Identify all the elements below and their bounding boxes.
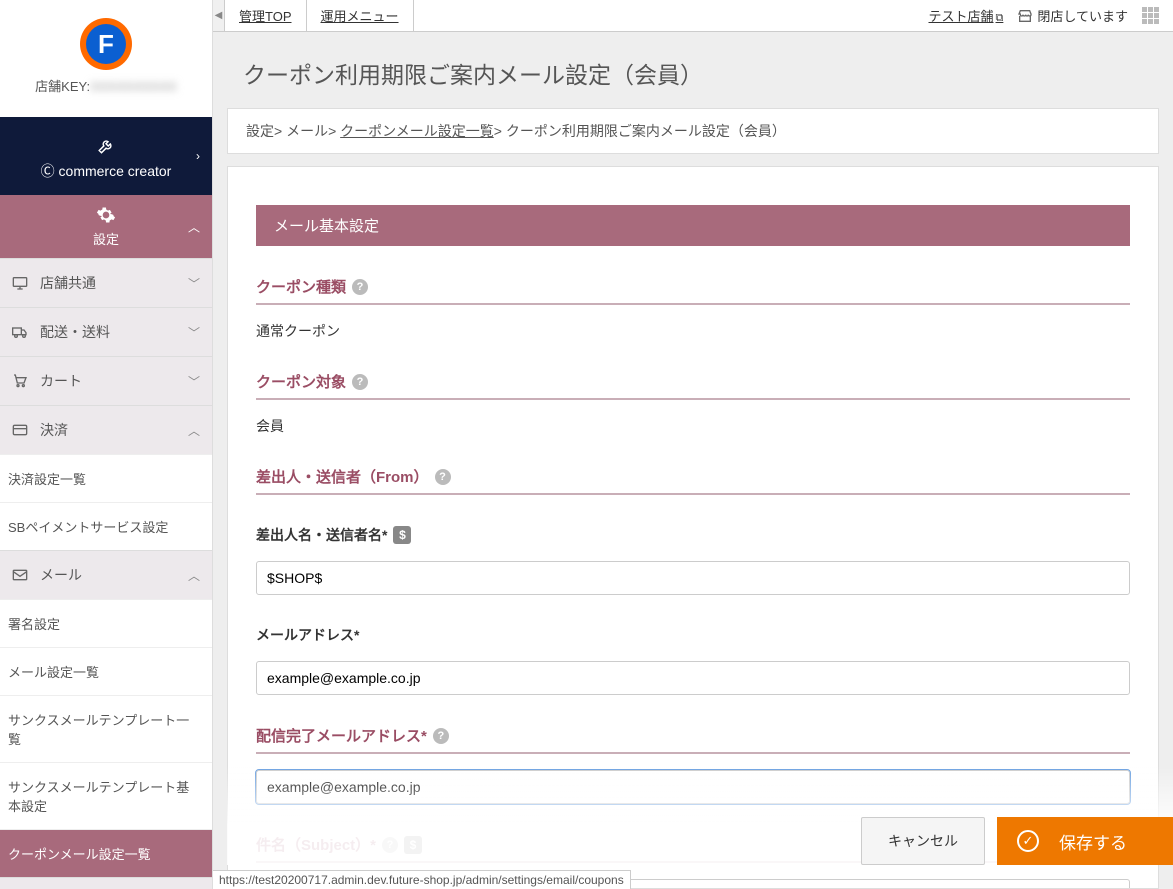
value-coupon-type: 通常クーポン [256,305,1130,341]
save-button[interactable]: ✓ 保存する [997,817,1173,865]
store-key: 店舗KEY:XXXXXXXXXX [0,70,212,109]
topbar-scroll-left[interactable]: ◀ [213,0,225,31]
help-icon[interactable]: ? [435,469,451,485]
nav-store-common[interactable]: 店舗共通 ﹀ [0,258,212,307]
apps-grid-icon[interactable] [1142,7,1159,24]
monitor-icon [12,275,32,291]
nav-payment[interactable]: 決済 ︿ [0,405,212,454]
chevron-up-icon: ︿ [188,422,200,439]
label-coupon-target: クーポン対象 ? [256,371,1130,400]
section-mail-basic: メール基本設定 [256,205,1130,246]
wrench-icon [97,137,115,155]
logo: F [80,18,132,70]
cart-icon [12,373,32,389]
help-icon[interactable]: ? [433,728,449,744]
input-sender-name[interactable] [256,561,1130,595]
page-header: クーポン利用期限ご案内メール設定（会員） [213,32,1173,108]
chevron-up-icon: ︿ [188,567,200,584]
nav-sub-sb-payment[interactable]: SBペイメントサービス設定 [0,502,212,550]
sidebar: F 店舗KEY:XXXXXXXXXX Ⓒ commerce creator › … [0,0,213,889]
breadcrumb-link-coupon-list[interactable]: クーポンメール設定一覧 [340,123,494,139]
chevron-down-icon: ﹀ [188,373,200,390]
logo-area: F 店舗KEY:XXXXXXXXXX [0,0,212,117]
external-link-icon: ⧉ [996,12,1004,24]
topbar: ◀ 管理TOP 運用メニュー テスト店舗⧉ 閉店しています [213,0,1173,32]
nav-mail[interactable]: メール ︿ [0,550,212,599]
label-delivery-complete-email: 配信完了メールアドレス* ? [256,725,1130,754]
nav-sub-thanks-template-basic[interactable]: サンクスメールテンプレート基本設定 [0,762,212,829]
tab-operation-menu[interactable]: 運用メニュー [307,0,414,31]
content-area: メール基本設定 クーポン種類 ? 通常クーポン クーポン対象 ? 会員 差出人・… [227,166,1159,889]
breadcrumb: 設定> メール> クーポンメール設定一覧> クーポン利用期限ご案内メール設定（会… [227,108,1159,154]
store-status: 閉店しています [1017,6,1128,25]
label-sender-name: 差出人名・送信者名* $ [256,525,1130,551]
page-title: クーポン利用期限ご案内メール設定（会員） [243,56,1149,90]
logo-letter: F [86,24,126,64]
label-coupon-type: クーポン種類 ? [256,276,1130,305]
help-icon[interactable]: ? [352,374,368,390]
help-icon[interactable]: ? [352,279,368,295]
main: ◀ 管理TOP 運用メニュー テスト店舗⧉ 閉店しています クーポン利用期限ご案… [213,0,1173,889]
nav-sub-coupon-mail-list[interactable]: クーポンメール設定一覧 [0,829,212,877]
input-email[interactable] [256,661,1130,695]
commerce-creator-menu[interactable]: Ⓒ commerce creator › [0,117,212,195]
nav-sub-thanks-template-list[interactable]: サンクスメールテンプレート一覧 [0,695,212,762]
gear-icon [96,205,116,225]
storefront-icon [1017,8,1033,24]
chevron-down-icon: ﹀ [188,324,200,341]
nav-sub-payment-list[interactable]: 決済設定一覧 [0,454,212,502]
variable-badge-icon[interactable]: $ [393,526,411,544]
label-from: 差出人・送信者（From） ? [256,466,1130,495]
footer-actions: キャンセル ✓ 保存する [861,817,1173,865]
link-test-store[interactable]: テスト店舗⧉ [929,6,1004,25]
chevron-up-icon: ︿ [188,218,200,235]
card-icon [12,422,32,438]
tab-admin-top[interactable]: 管理TOP [225,0,307,31]
chevron-right-icon: › [196,149,200,163]
mail-icon [12,567,32,583]
nav-cart[interactable]: カート ﹀ [0,356,212,405]
help-icon[interactable]: ? [382,837,398,853]
nav-sub-mail-list[interactable]: メール設定一覧 [0,647,212,695]
label-email: メールアドレス* [256,625,1130,651]
nav-sub-signature[interactable]: 署名設定 [0,599,212,647]
cancel-button[interactable]: キャンセル [861,817,985,865]
check-icon: ✓ [1017,830,1039,852]
nav-product-group[interactable]: 商品・商品グループ ﹀ [0,877,212,889]
value-coupon-target: 会員 [256,400,1130,436]
nav-shipping[interactable]: 配送・送料 ﹀ [0,307,212,356]
input-delivery-complete-email[interactable] [256,770,1130,804]
status-bar-url: https://test20200717.admin.dev.future-sh… [213,870,631,889]
variable-badge-icon[interactable]: $ [404,836,422,854]
settings-menu[interactable]: 設定 ︿ [0,195,212,258]
truck-icon [12,324,32,340]
chevron-down-icon: ﹀ [188,275,200,292]
